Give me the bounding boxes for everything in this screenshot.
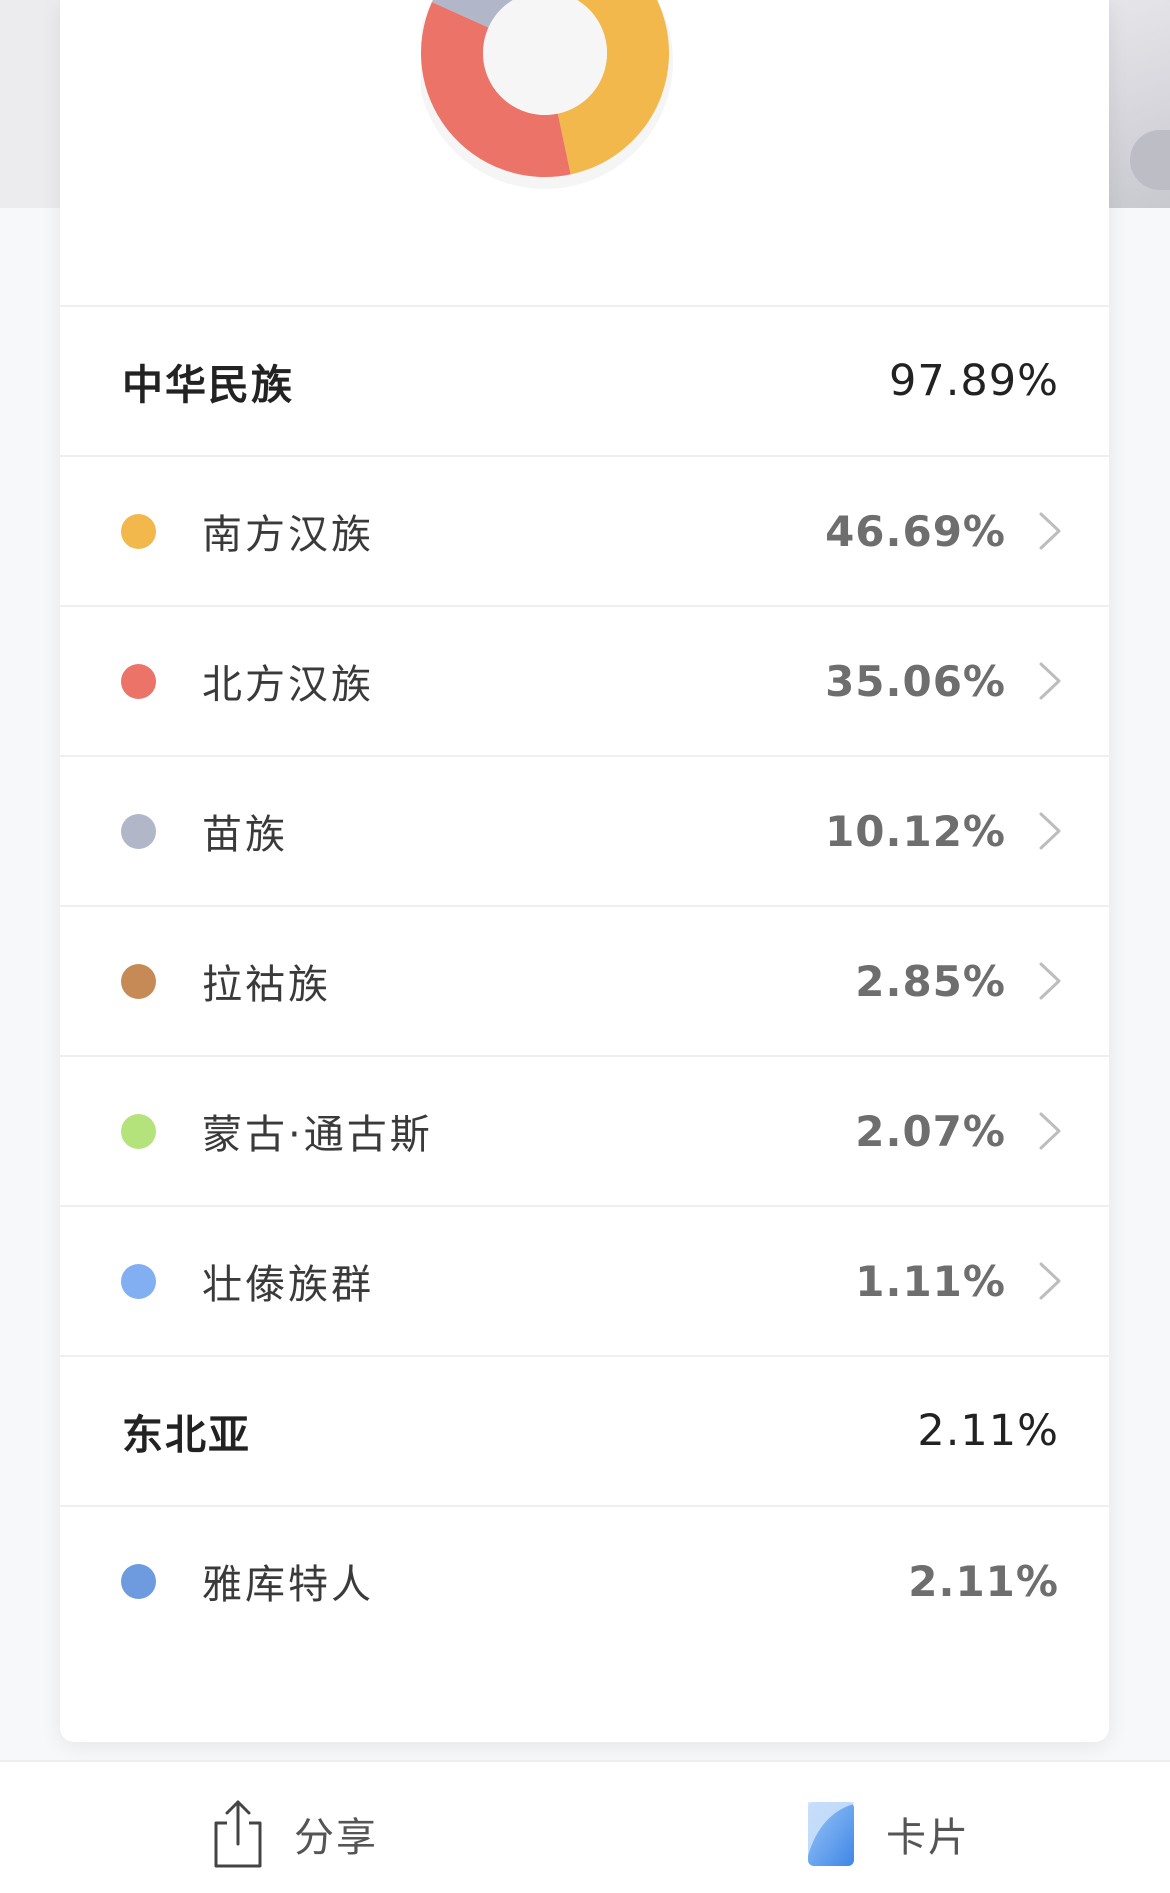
legend-dot: [121, 663, 156, 699]
list-item-zhuang-dai[interactable]: 壮傣族群 1.11%: [60, 1205, 1109, 1355]
item-percent: 46.69%: [825, 506, 1006, 556]
list-item-northern-han[interactable]: 北方汉族 35.06%: [60, 605, 1109, 755]
item-percent: 1.11%: [855, 1256, 1006, 1306]
list-item-miao[interactable]: 苗族 10.12%: [60, 755, 1109, 905]
ancestry-donut-chart: [421, 0, 673, 189]
group-name: 东北亚: [122, 1411, 251, 1459]
legend-dot: [121, 513, 156, 549]
group-percent: 2.11%: [917, 1406, 1059, 1456]
chevron-right-icon: [1039, 812, 1061, 850]
ancestry-card: 中华民族 97.89% 南方汉族 46.69% 北方汉族 35.06% 苗族 1…: [60, 0, 1109, 1742]
item-name: 壮傣族群: [202, 1262, 374, 1308]
item-name: 北方汉族: [202, 662, 374, 708]
item-percent: 2.85%: [855, 956, 1006, 1006]
share-icon: [214, 1800, 262, 1868]
item-percent: 2.07%: [855, 1106, 1006, 1156]
item-percent: 35.06%: [825, 656, 1006, 706]
list-item-southern-han[interactable]: 南方汉族 46.69%: [60, 455, 1109, 605]
chevron-right-icon: [1039, 1112, 1061, 1150]
group-row-zhonghua: 中华民族 97.89%: [60, 305, 1109, 455]
group-percent: 97.89%: [889, 356, 1059, 406]
group-name: 中华民族: [122, 361, 294, 409]
card-label: 卡片: [886, 1815, 970, 1861]
chevron-right-icon: [1039, 512, 1061, 550]
map-background: [1104, 0, 1170, 208]
item-percent: 2.11%: [908, 1556, 1059, 1606]
item-name: 南方汉族: [202, 512, 374, 558]
card-button[interactable]: 卡片: [806, 1794, 970, 1874]
legend-dot: [121, 963, 156, 999]
group-row-northeast-asia: 东北亚 2.11%: [60, 1355, 1109, 1505]
list-item-mongol-tungus[interactable]: 蒙古·通古斯 2.07%: [60, 1055, 1109, 1205]
bottom-toolbar: 分享 卡片: [0, 1760, 1170, 1893]
item-name: 蒙古·通古斯: [202, 1112, 433, 1158]
item-percent: 10.12%: [825, 806, 1006, 856]
list-item-yakut: 雅库特人 2.11%: [60, 1505, 1109, 1655]
item-name: 雅库特人: [202, 1562, 374, 1608]
share-button[interactable]: 分享: [212, 1794, 378, 1874]
chevron-right-icon: [1039, 662, 1061, 700]
item-name: 苗族: [202, 812, 288, 858]
list-item-lahu[interactable]: 拉祜族 2.85%: [60, 905, 1109, 1055]
legend-dot: [121, 813, 156, 849]
card-icon: [808, 1802, 854, 1866]
legend-dot: [121, 1263, 156, 1299]
chevron-right-icon: [1039, 962, 1061, 1000]
chart-area: [60, 0, 1109, 305]
legend-dot: [121, 1113, 156, 1149]
share-label: 分享: [294, 1815, 378, 1861]
legend-dot: [121, 1563, 156, 1599]
item-name: 拉祜族: [202, 962, 331, 1008]
chevron-right-icon: [1039, 1262, 1061, 1300]
